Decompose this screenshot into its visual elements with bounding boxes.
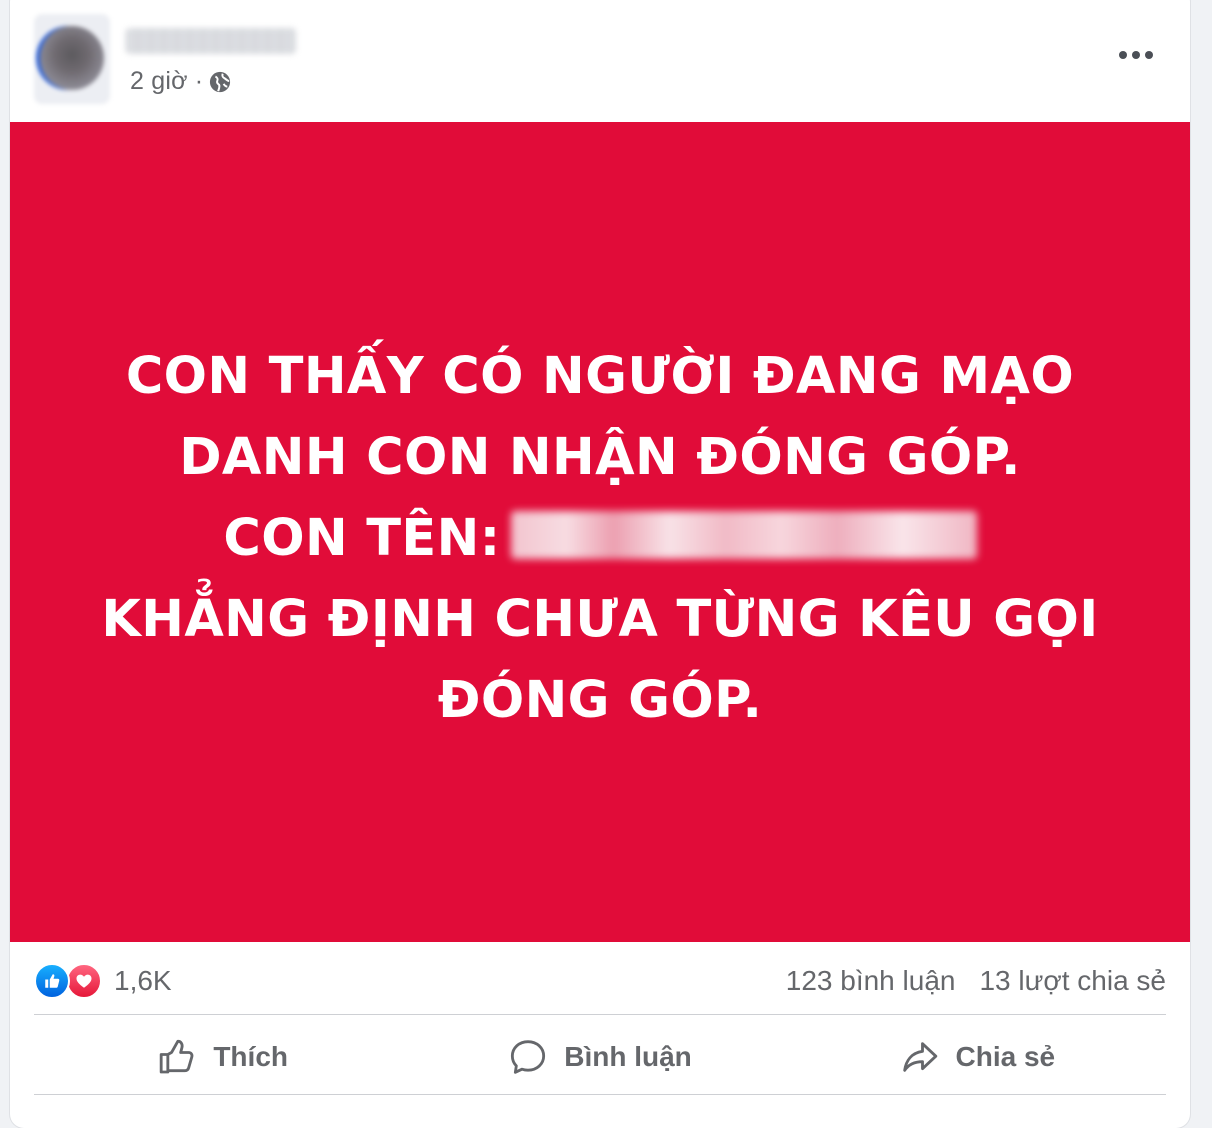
post-actions: Thích Bình luận Chia sẻ — [34, 1024, 1166, 1090]
share-button[interactable]: Chia sẻ — [789, 1024, 1166, 1090]
stats-divider — [34, 1014, 1166, 1015]
share-count[interactable]: 13 lượt chia sẻ — [979, 965, 1166, 997]
image-text-name-label: CON TÊN: — [223, 509, 501, 568]
avatar-blurred[interactable] — [34, 14, 110, 104]
post-meta: 2 giờ · — [130, 67, 231, 96]
like-button[interactable]: Thích — [34, 1024, 411, 1090]
image-text-line-4: KHẲNG ĐỊNH CHƯA TỪNG KÊU GỌI — [101, 590, 1099, 649]
actions-divider — [34, 1094, 1166, 1095]
image-text-line-1: CON THẤY CÓ NGƯỜI ĐANG MẠO — [125, 347, 1075, 406]
reactions-summary[interactable]: 1,6K — [34, 963, 172, 999]
image-text-line-5: ĐÓNG GÓP. — [437, 671, 763, 730]
meta-separator: · — [194, 67, 204, 95]
like-label: Thích — [213, 1041, 288, 1072]
avatar — [40, 26, 104, 90]
globe-icon[interactable] — [209, 71, 231, 93]
post-stats: 1,6K 123 bình luận 13 lượt chia sẻ — [34, 956, 1166, 1006]
love-icon — [66, 963, 102, 999]
engagement-counts: 123 bình luận 13 lượt chia sẻ — [786, 965, 1166, 997]
share-label: Chia sẻ — [955, 1041, 1056, 1072]
post-image[interactable]: CON THẤY CÓ NGƯỜI ĐANG MẠO DANH CON NHẬN… — [10, 122, 1190, 942]
thumbs-up-icon — [160, 1039, 194, 1074]
blurred-name — [510, 511, 977, 559]
comment-count[interactable]: 123 bình luận — [786, 965, 956, 997]
image-text-line-3: CON TÊN: — [10, 498, 1190, 579]
more-options-icon — [1119, 51, 1153, 59]
post-timestamp[interactable]: 2 giờ — [130, 67, 188, 96]
comment-icon — [511, 1040, 546, 1074]
author-name-blurred[interactable] — [126, 28, 296, 54]
image-text-line-2: DANH CON NHẬN ĐÓNG GÓP. — [179, 428, 1021, 487]
more-options-button[interactable] — [1116, 40, 1156, 70]
image-text: CON THẤY CÓ NGƯỜI ĐANG MẠO DANH CON NHẬN… — [10, 336, 1190, 741]
reaction-count: 1,6K — [114, 965, 172, 996]
comment-label: Bình luận — [564, 1041, 692, 1072]
comment-button[interactable]: Bình luận — [411, 1024, 788, 1090]
like-icon — [34, 963, 70, 999]
post-card: 2 giờ · CON THẤY CÓ NGƯỜI ĐANG MẠO DANH … — [10, 0, 1190, 1128]
share-icon — [902, 1042, 937, 1072]
